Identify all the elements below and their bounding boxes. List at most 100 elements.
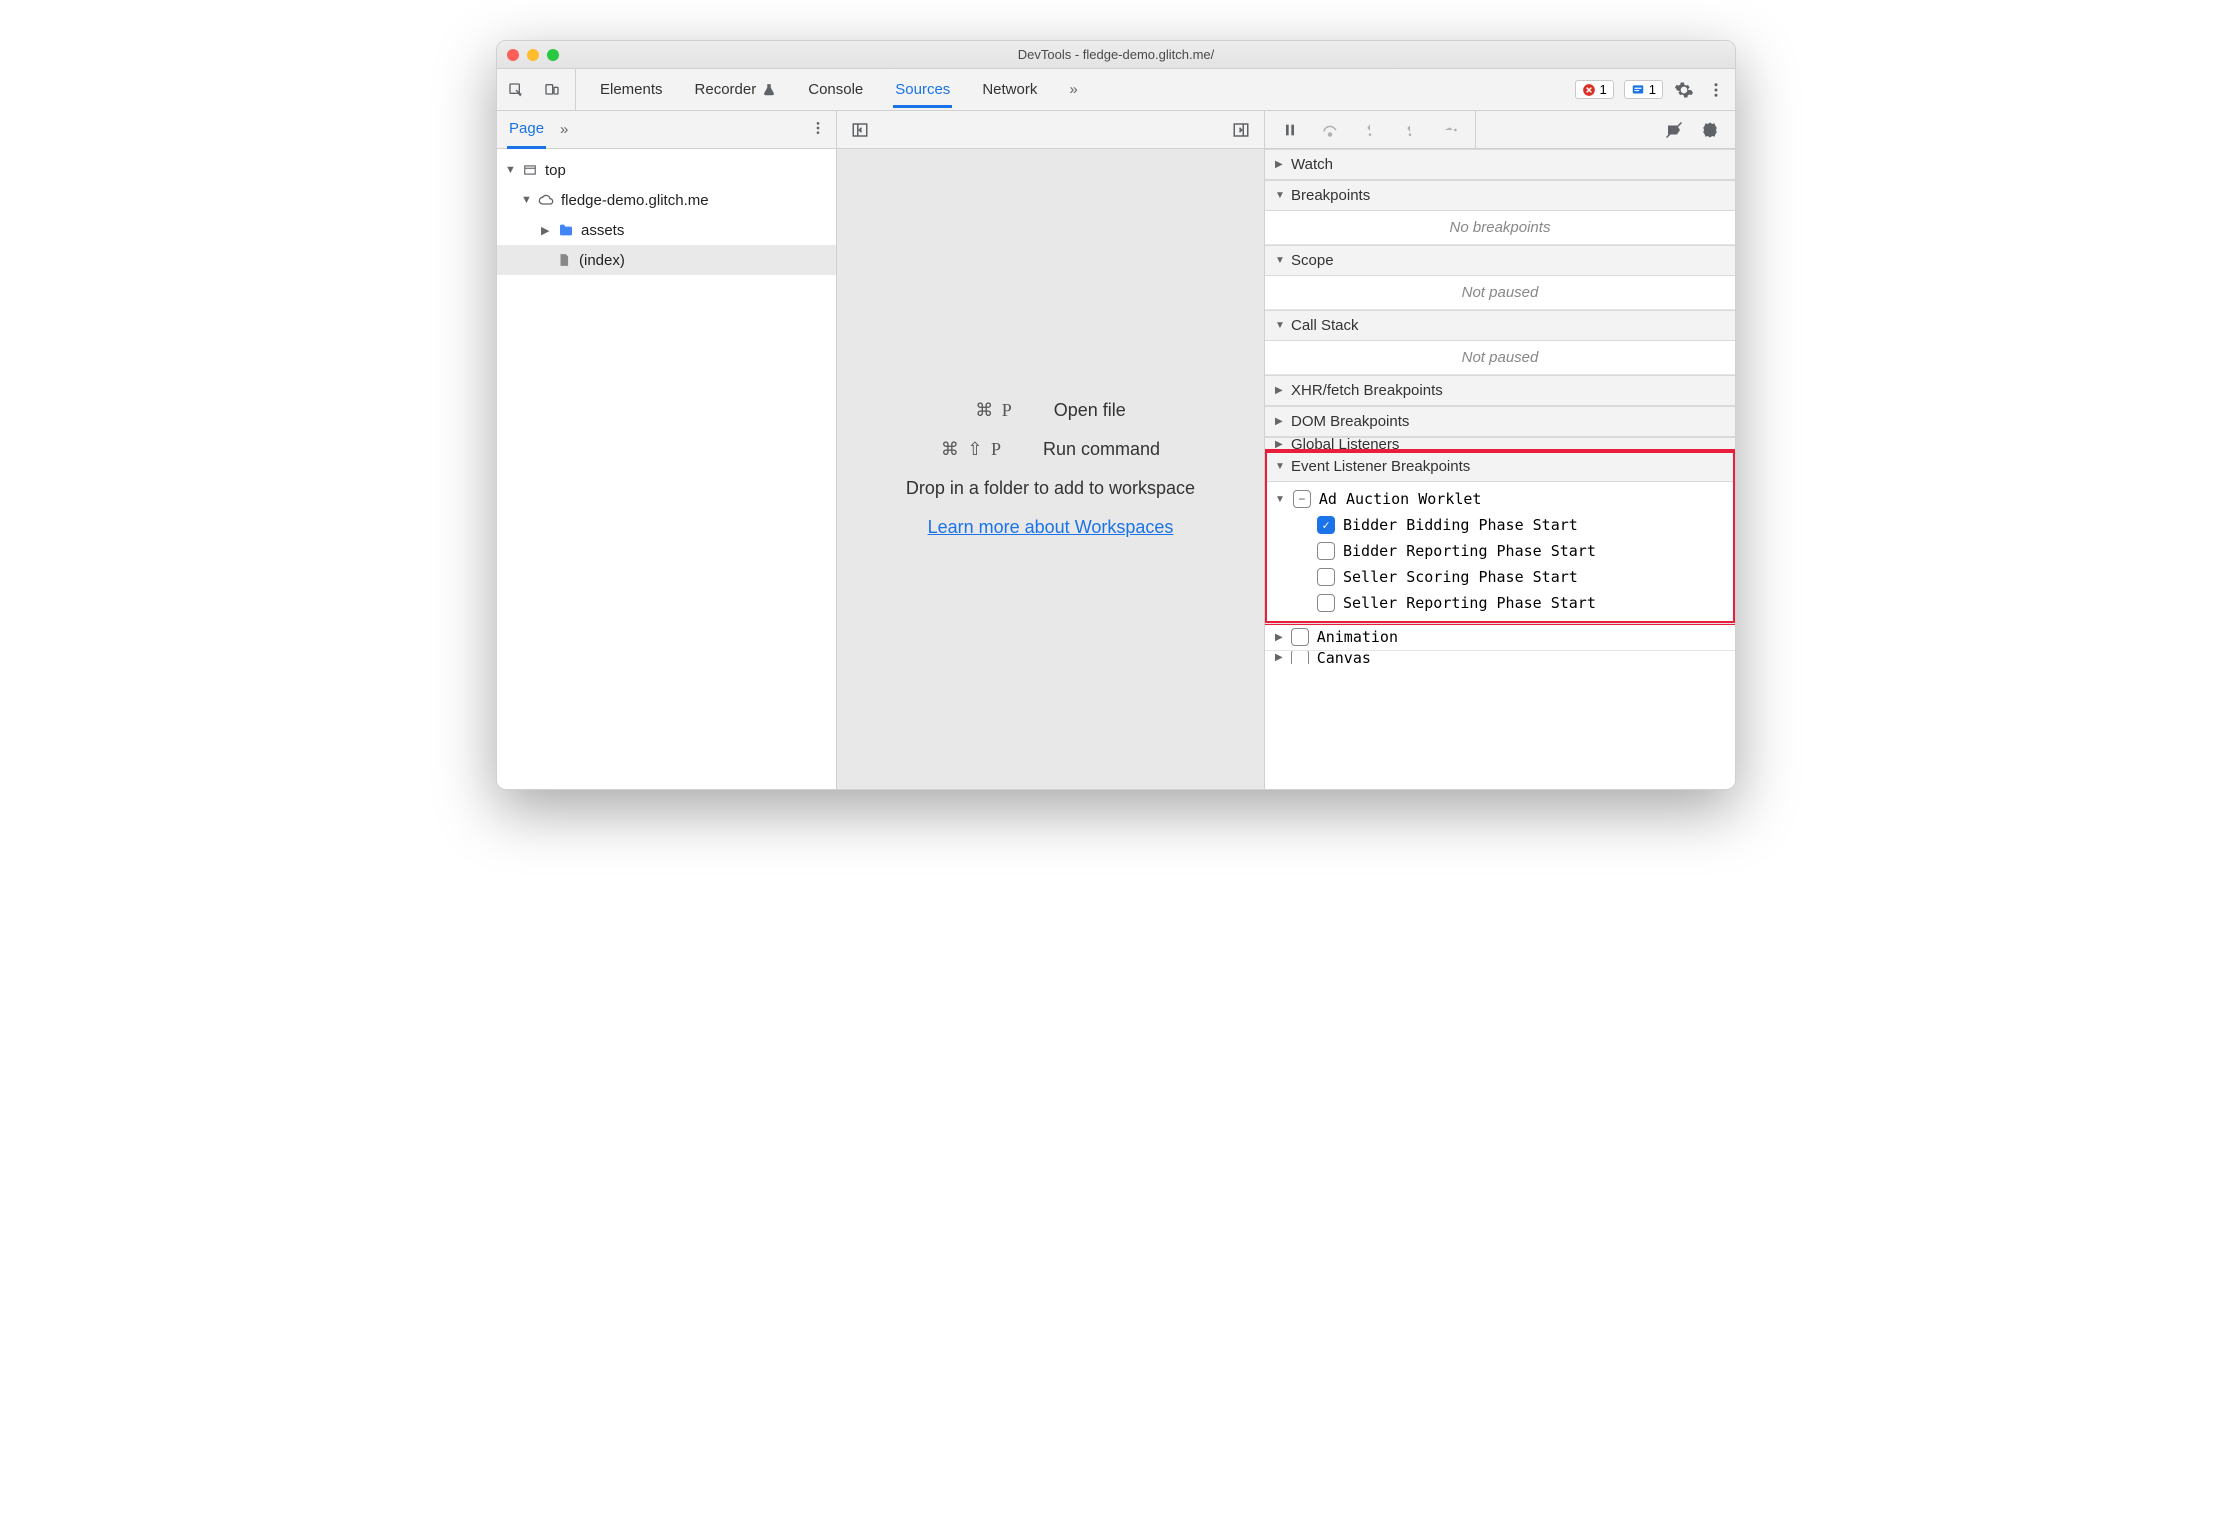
sources-subbar: Page » — [497, 111, 1735, 149]
debugger-toolbar — [1265, 111, 1735, 148]
window-title: DevTools - fledge-demo.glitch.me/ — [497, 47, 1735, 62]
worklet-checkbox-indeterminate[interactable] — [1293, 490, 1311, 508]
panel-tabs: Elements Recorder Console Sources Networ… — [598, 71, 1080, 108]
open-file-label: Open file — [1054, 400, 1126, 421]
section-xhr[interactable]: ▶XHR/fetch Breakpoints — [1265, 375, 1735, 406]
checkbox-unchecked[interactable] — [1317, 594, 1335, 612]
cloud-icon — [537, 192, 555, 208]
worklet-item-1-label: Bidder Reporting Phase Start — [1343, 542, 1596, 560]
navigator-tab-page[interactable]: Page — [507, 111, 546, 149]
tree-folder-label: assets — [581, 222, 624, 239]
tab-network[interactable]: Network — [980, 71, 1039, 108]
scope-not-paused: Not paused — [1265, 276, 1735, 310]
callstack-not-paused: Not paused — [1265, 341, 1735, 375]
file-navigator: ▼ top ▼ fledge-demo.glitch.me ▶ assets (… — [497, 149, 837, 789]
step-into-icon[interactable] — [1359, 119, 1381, 141]
worklet-item-3[interactable]: Seller Reporting Phase Start — [1265, 590, 1735, 616]
tab-elements[interactable]: Elements — [598, 71, 665, 108]
pause-icon[interactable] — [1279, 119, 1301, 141]
pause-exceptions-icon[interactable] — [1699, 119, 1721, 141]
error-count: 1 — [1600, 82, 1607, 97]
error-badge[interactable]: 1 — [1575, 80, 1614, 99]
worklet-item-2[interactable]: Seller Scoring Phase Start — [1265, 564, 1735, 590]
open-file-keys: ⌘ P — [975, 400, 1014, 421]
checkbox-unchecked[interactable] — [1291, 650, 1309, 664]
file-icon — [555, 253, 573, 267]
tab-sources[interactable]: Sources — [893, 71, 952, 108]
section-global-label: Global Listeners — [1291, 437, 1399, 451]
message-count: 1 — [1649, 82, 1656, 97]
section-watch-label: Watch — [1291, 156, 1333, 173]
section-xhr-label: XHR/fetch Breakpoints — [1291, 382, 1443, 399]
run-command-keys: ⌘ ⇧ P — [941, 439, 1003, 460]
checkbox-unchecked[interactable] — [1291, 628, 1309, 646]
worklet-item-2-label: Seller Scoring Phase Start — [1343, 568, 1578, 586]
category-canvas-clipped[interactable]: ▶ Canvas — [1265, 650, 1735, 664]
tab-recorder-label: Recorder — [695, 81, 757, 98]
navigator-tabs: Page » — [497, 111, 837, 148]
device-toggle-icon[interactable] — [541, 79, 563, 101]
settings-gear-icon[interactable] — [1673, 79, 1695, 101]
open-file-hint: ⌘ P Open file — [975, 400, 1126, 421]
flask-icon — [762, 83, 776, 97]
section-watch[interactable]: ▶Watch — [1265, 149, 1735, 180]
kebab-menu-icon[interactable] — [1705, 79, 1727, 101]
worklet-category[interactable]: ▼ Ad Auction Worklet — [1265, 486, 1735, 512]
main-toolbar: Elements Recorder Console Sources Networ… — [497, 69, 1735, 111]
no-breakpoints-text: No breakpoints — [1265, 211, 1735, 245]
deactivate-breakpoints-icon[interactable] — [1663, 119, 1685, 141]
category-animation[interactable]: ▶ Animation — [1265, 623, 1735, 650]
event-listener-breakpoints-highlight: ▼Event Listener Breakpoints ▼ Ad Auction… — [1265, 451, 1735, 623]
tree-top-label: top — [545, 162, 566, 179]
category-animation-label: Animation — [1317, 628, 1398, 646]
worklet-name: Ad Auction Worklet — [1319, 490, 1482, 508]
editor-placeholder: ⌘ P Open file ⌘ ⇧ P Run command Drop in … — [837, 149, 1265, 789]
message-badge[interactable]: 1 — [1624, 80, 1663, 99]
message-icon — [1631, 83, 1645, 97]
more-tabs-chevron-icon[interactable]: » — [1067, 71, 1079, 108]
step-out-icon[interactable] — [1399, 119, 1421, 141]
worklet-item-0[interactable]: ✓ Bidder Bidding Phase Start — [1265, 512, 1735, 538]
section-scope-label: Scope — [1291, 252, 1334, 269]
tree-top[interactable]: ▼ top — [497, 155, 836, 185]
section-event-listener-breakpoints[interactable]: ▼Event Listener Breakpoints — [1265, 451, 1735, 482]
section-elb-label: Event Listener Breakpoints — [1291, 458, 1470, 475]
checkbox-unchecked[interactable] — [1317, 542, 1335, 560]
content-area: ▼ top ▼ fledge-demo.glitch.me ▶ assets (… — [497, 149, 1735, 789]
tab-console[interactable]: Console — [806, 71, 865, 108]
learn-workspaces-link[interactable]: Learn more about Workspaces — [928, 517, 1174, 538]
section-scope[interactable]: ▼Scope — [1265, 245, 1735, 276]
step-over-icon[interactable] — [1319, 119, 1341, 141]
frame-icon — [521, 163, 539, 177]
worklet-item-0-label: Bidder Bidding Phase Start — [1343, 516, 1578, 534]
section-global-clipped[interactable]: ▶Global Listeners — [1265, 437, 1735, 451]
checkbox-unchecked[interactable] — [1317, 568, 1335, 586]
section-breakpoints[interactable]: ▼Breakpoints — [1265, 180, 1735, 211]
step-icon[interactable] — [1439, 119, 1461, 141]
tab-recorder[interactable]: Recorder — [693, 71, 779, 108]
tree-origin[interactable]: ▼ fledge-demo.glitch.me — [497, 185, 836, 215]
tree-folder-assets[interactable]: ▶ assets — [497, 215, 836, 245]
inspect-icon[interactable] — [505, 79, 527, 101]
section-callstack[interactable]: ▼Call Stack — [1265, 310, 1735, 341]
folder-icon — [557, 222, 575, 238]
run-command-label: Run command — [1043, 439, 1160, 460]
tree-file-label: (index) — [579, 252, 625, 269]
tree-origin-label: fledge-demo.glitch.me — [561, 192, 709, 209]
navigator-more-chevron-icon[interactable]: » — [560, 121, 568, 138]
section-dom[interactable]: ▶DOM Breakpoints — [1265, 406, 1735, 437]
error-icon — [1582, 83, 1596, 97]
run-command-hint: ⌘ ⇧ P Run command — [941, 439, 1160, 460]
category-canvas-label: Canvas — [1317, 650, 1371, 664]
toggle-debugger-icon[interactable] — [1230, 119, 1252, 141]
checkbox-checked[interactable]: ✓ — [1317, 516, 1335, 534]
navigator-kebab-icon[interactable] — [810, 120, 826, 140]
section-dom-label: DOM Breakpoints — [1291, 413, 1409, 430]
debugger-panel: ▶Watch ▼Breakpoints No breakpoints ▼Scop… — [1265, 149, 1735, 789]
section-breakpoints-label: Breakpoints — [1291, 187, 1370, 204]
toggle-navigator-icon[interactable] — [849, 119, 871, 141]
titlebar: DevTools - fledge-demo.glitch.me/ — [497, 41, 1735, 69]
worklet-item-1[interactable]: Bidder Reporting Phase Start — [1265, 538, 1735, 564]
worklet-item-3-label: Seller Reporting Phase Start — [1343, 594, 1596, 612]
tree-file-index[interactable]: (index) — [497, 245, 836, 275]
